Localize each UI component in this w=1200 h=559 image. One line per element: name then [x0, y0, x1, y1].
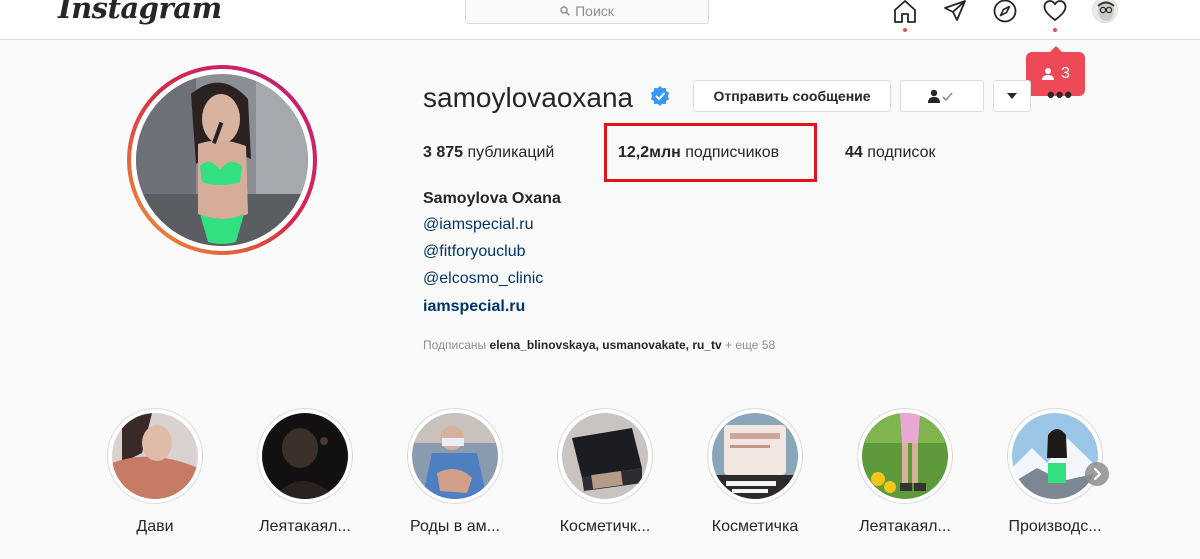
story-highlight-cover — [1012, 413, 1098, 499]
user-icon — [1042, 68, 1055, 80]
home-icon[interactable] — [892, 0, 918, 24]
followed-by-account[interactable]: elena_blinovskaya — [490, 338, 596, 352]
stories-next-button[interactable] — [1085, 462, 1109, 486]
story-highlight[interactable] — [107, 408, 203, 504]
posts-count-stat: 3 875 публикаций — [423, 144, 554, 162]
story-highlight-cover — [712, 413, 798, 499]
story-highlight-cover — [262, 413, 348, 499]
verified-badge-icon — [650, 86, 670, 106]
followed-by-more[interactable]: + еще 58 — [725, 338, 775, 352]
story-highlight-cover — [412, 413, 498, 499]
story-highlight[interactable] — [707, 408, 803, 504]
activity-notification-dot — [1053, 28, 1057, 32]
top-navbar: Instagram Поиск — [0, 0, 1200, 40]
suggestions-dropdown-button[interactable] — [993, 80, 1031, 112]
search-input[interactable]: Поиск — [465, 0, 709, 24]
story-highlight-label: Косметичк... — [559, 518, 651, 535]
bio-mention-link[interactable]: @elcosmo_clinic — [423, 270, 543, 288]
posts-count: 3 875 — [423, 144, 464, 161]
search-placeholder: Поиск — [575, 3, 614, 19]
story-highlight-label: Косметичка — [711, 518, 799, 535]
story-highlight-label: Леятакаял... — [859, 518, 951, 535]
story-highlight[interactable] — [1007, 408, 1103, 504]
profile-website-link[interactable]: iamspecial.ru — [423, 298, 525, 316]
more-options-button[interactable]: ••• — [1047, 82, 1073, 108]
send-message-button[interactable]: Отправить сообщение — [693, 80, 891, 112]
followed-by-account[interactable]: usmanovakate — [602, 338, 685, 352]
story-highlight[interactable] — [557, 408, 653, 504]
followed-by-account[interactable]: ru_tv — [692, 338, 721, 352]
story-highlight-label: Роды в ам... — [410, 518, 500, 535]
profile-avatar-photo — [136, 74, 308, 246]
user-check-icon — [928, 89, 953, 103]
profile-username: samoylovaoxana — [423, 82, 634, 113]
explore-icon[interactable] — [992, 0, 1018, 24]
posts-label: публикаций — [467, 144, 555, 161]
following-count-stat[interactable]: 44 подписок — [845, 144, 935, 162]
followers-highlight-box — [604, 123, 817, 182]
following-label: подписок — [867, 144, 936, 161]
story-highlight-label: Леятакаял... — [259, 518, 351, 535]
bio-mention-link[interactable]: @iamspecial.ru — [423, 216, 534, 234]
nav-profile-avatar[interactable] — [1092, 0, 1118, 23]
home-notification-dot — [903, 28, 907, 32]
search-icon — [560, 6, 570, 16]
story-highlight-label: Дави — [136, 518, 174, 535]
profile-full-name: Samoylova Oxana — [423, 190, 561, 207]
story-highlight-label: Производс... — [1008, 518, 1102, 535]
chevron-right-icon — [1093, 467, 1102, 481]
following-status-button[interactable] — [900, 80, 984, 112]
profile-avatar-story-ring[interactable] — [127, 65, 317, 255]
story-highlight[interactable] — [257, 408, 353, 504]
caret-down-icon — [1007, 93, 1017, 99]
story-highlight-cover — [112, 413, 198, 499]
followed-by-info[interactable]: Подписаны elena_blinovskaya, usmanovakat… — [423, 338, 775, 352]
following-count: 44 — [845, 144, 863, 161]
activity-heart-icon[interactable] — [1042, 0, 1068, 24]
follow-requests-count: 3 — [1061, 65, 1070, 82]
direct-icon[interactable] — [942, 0, 968, 24]
story-highlight[interactable] — [857, 408, 953, 504]
story-highlight[interactable] — [407, 408, 503, 504]
followed-by-prefix: Подписаны — [423, 338, 487, 352]
story-highlight-cover — [862, 413, 948, 499]
instagram-logo[interactable]: Instagram — [58, 0, 222, 25]
story-highlight-cover — [562, 413, 648, 499]
bio-mention-link[interactable]: @fitforyouclub — [423, 243, 526, 261]
